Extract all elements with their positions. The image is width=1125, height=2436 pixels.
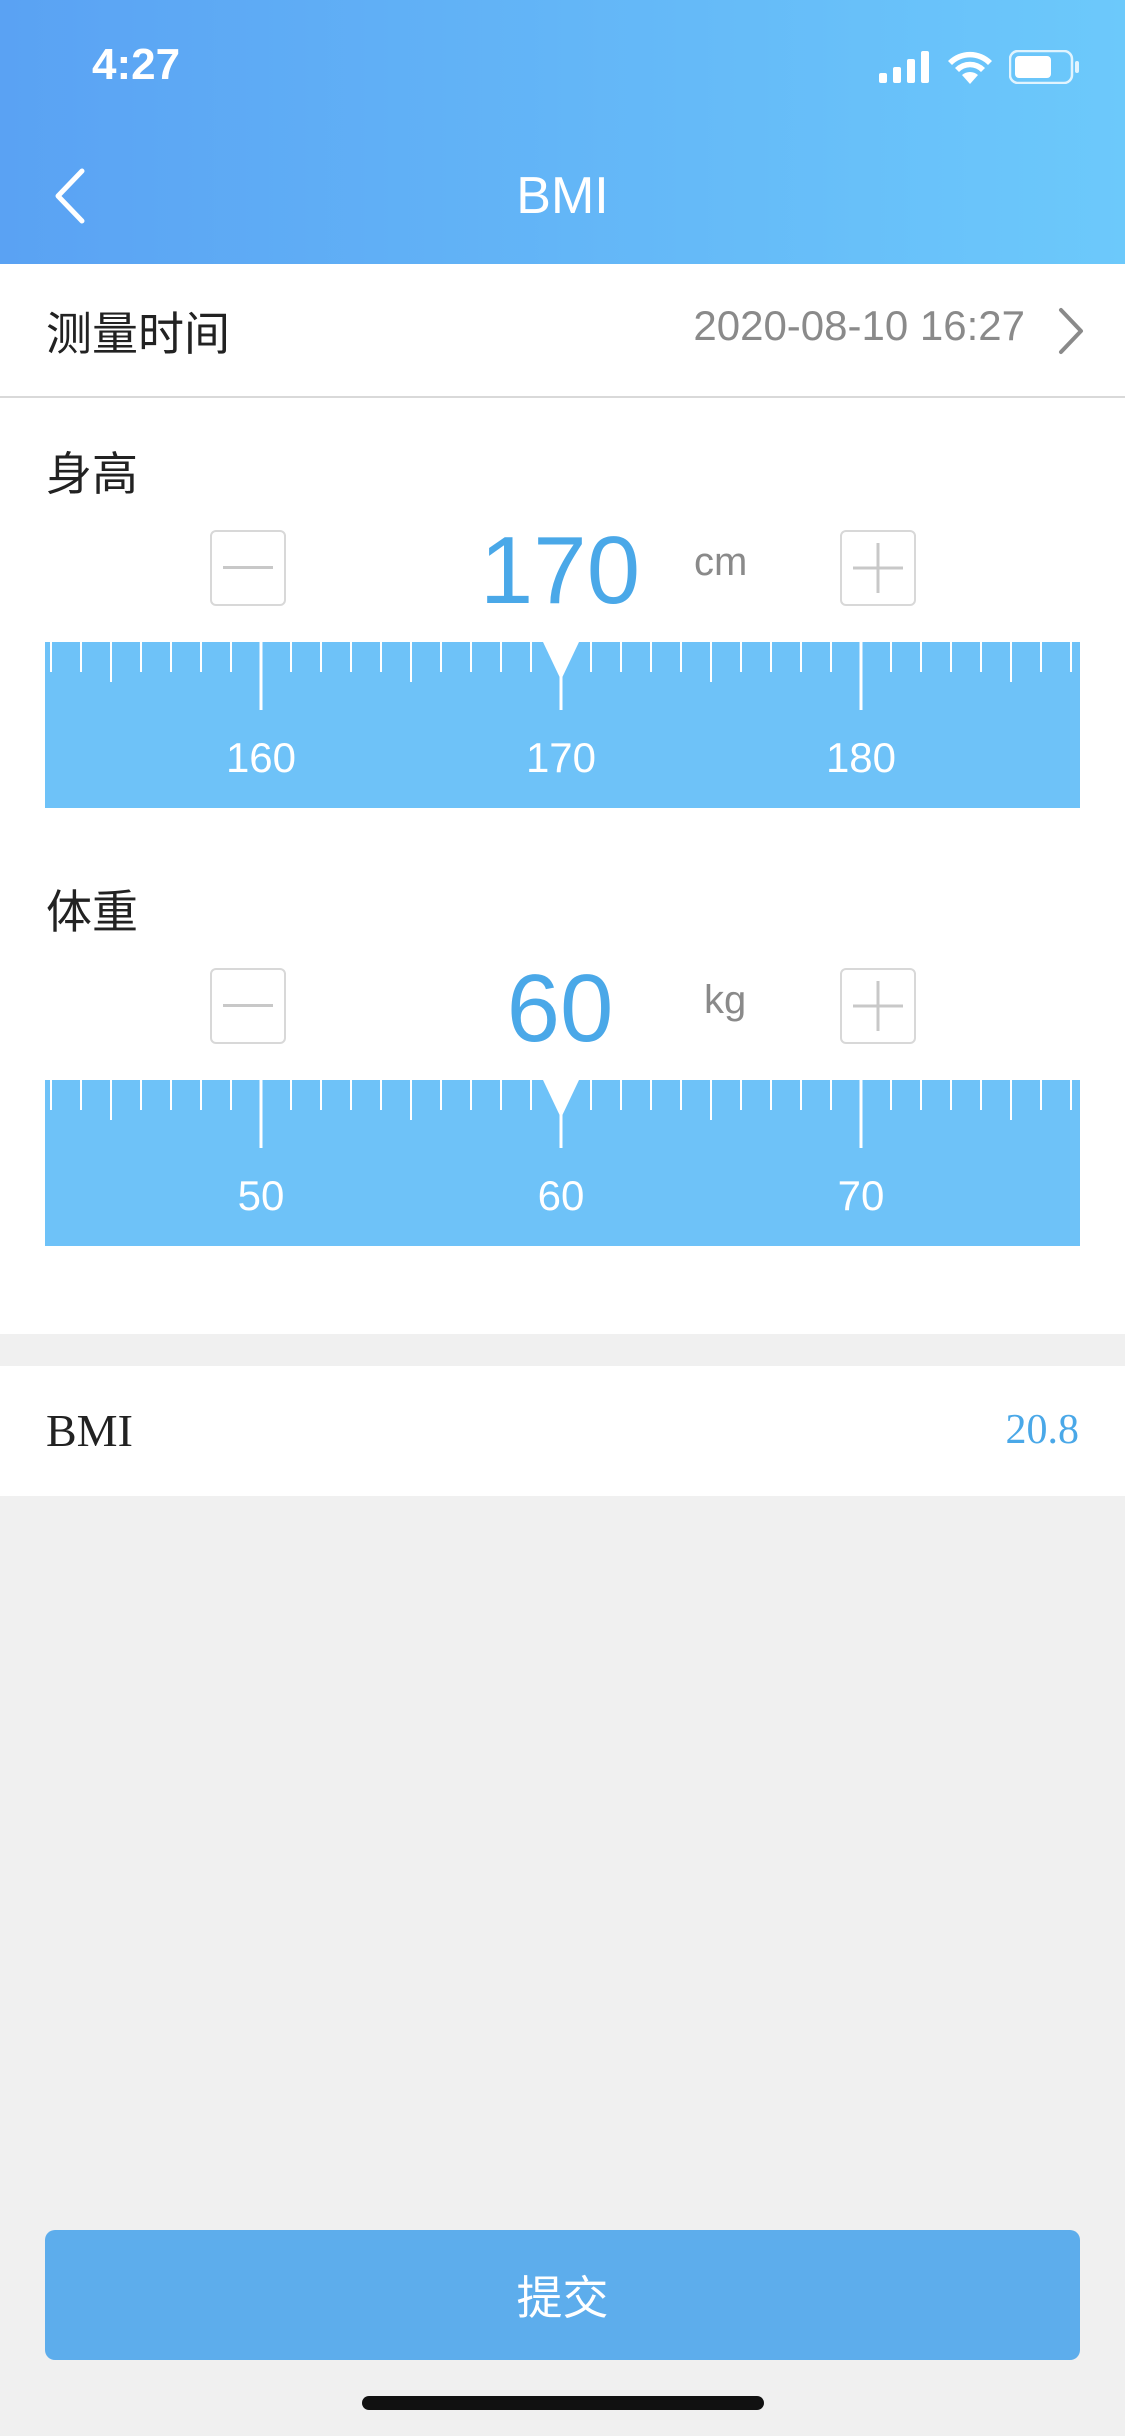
ruler-label: 60 bbox=[538, 1172, 585, 1219]
wifi-icon bbox=[948, 51, 992, 84]
weight-minus-button[interactable] bbox=[210, 968, 286, 1044]
ruler-pointer bbox=[543, 1080, 579, 1118]
status-time: 4:27 bbox=[92, 40, 181, 89]
weight-value: 60 bbox=[506, 955, 614, 1062]
height-title: 身高 bbox=[46, 447, 138, 501]
status-icons bbox=[879, 50, 1081, 84]
height-value: 170 bbox=[479, 517, 641, 624]
weight-unit: kg bbox=[704, 978, 747, 1022]
height-ruler[interactable]: 160 170 180 bbox=[45, 642, 1080, 808]
submit-button[interactable]: 提交 bbox=[45, 2230, 1080, 2360]
chevron-right-icon bbox=[1059, 308, 1083, 354]
battery-icon bbox=[1009, 50, 1079, 84]
bmi-row: BMI 20.8 bbox=[0, 1366, 1125, 1496]
minus-icon bbox=[223, 566, 273, 569]
weight-title: 体重 bbox=[46, 885, 138, 939]
ruler-label: 170 bbox=[526, 734, 596, 781]
height-ruler-labels: 160 170 180 bbox=[226, 642, 896, 781]
bmi-value: 20.8 bbox=[1005, 1407, 1080, 1453]
ruler-label: 70 bbox=[838, 1172, 885, 1219]
ruler-label: 50 bbox=[238, 1172, 285, 1219]
minus-icon bbox=[223, 1004, 273, 1007]
height-minus-button[interactable] bbox=[210, 530, 286, 606]
height-unit: cm bbox=[694, 540, 748, 584]
measure-time-label: 测量时间 bbox=[46, 307, 230, 361]
measure-time-row[interactable]: 测量时间 2020-08-10 16:27 bbox=[0, 264, 1125, 398]
weight-plus-button[interactable] bbox=[840, 968, 916, 1044]
plus-icon bbox=[853, 543, 903, 593]
height-plus-button[interactable] bbox=[840, 530, 916, 606]
ruler-label: 160 bbox=[226, 734, 296, 781]
weight-ruler[interactable]: 50 60 70 bbox=[45, 1080, 1080, 1246]
signal-icon bbox=[879, 51, 929, 83]
page-title: BMI bbox=[516, 167, 609, 225]
home-indicator bbox=[362, 2396, 764, 2410]
weight-ruler-labels: 50 60 70 bbox=[238, 1080, 885, 1219]
bmi-label: BMI bbox=[46, 1405, 133, 1456]
measure-time-value: 2020-08-10 16:27 bbox=[693, 302, 1025, 349]
plus-icon bbox=[853, 981, 903, 1031]
measure-section: 身高 170 cm 160 170 180 体重 60 kg 50 60 70 bbox=[0, 398, 1125, 1334]
header: 4:27 BMI bbox=[0, 0, 1125, 264]
ruler-pointer bbox=[543, 642, 579, 680]
ruler-label: 180 bbox=[826, 734, 896, 781]
